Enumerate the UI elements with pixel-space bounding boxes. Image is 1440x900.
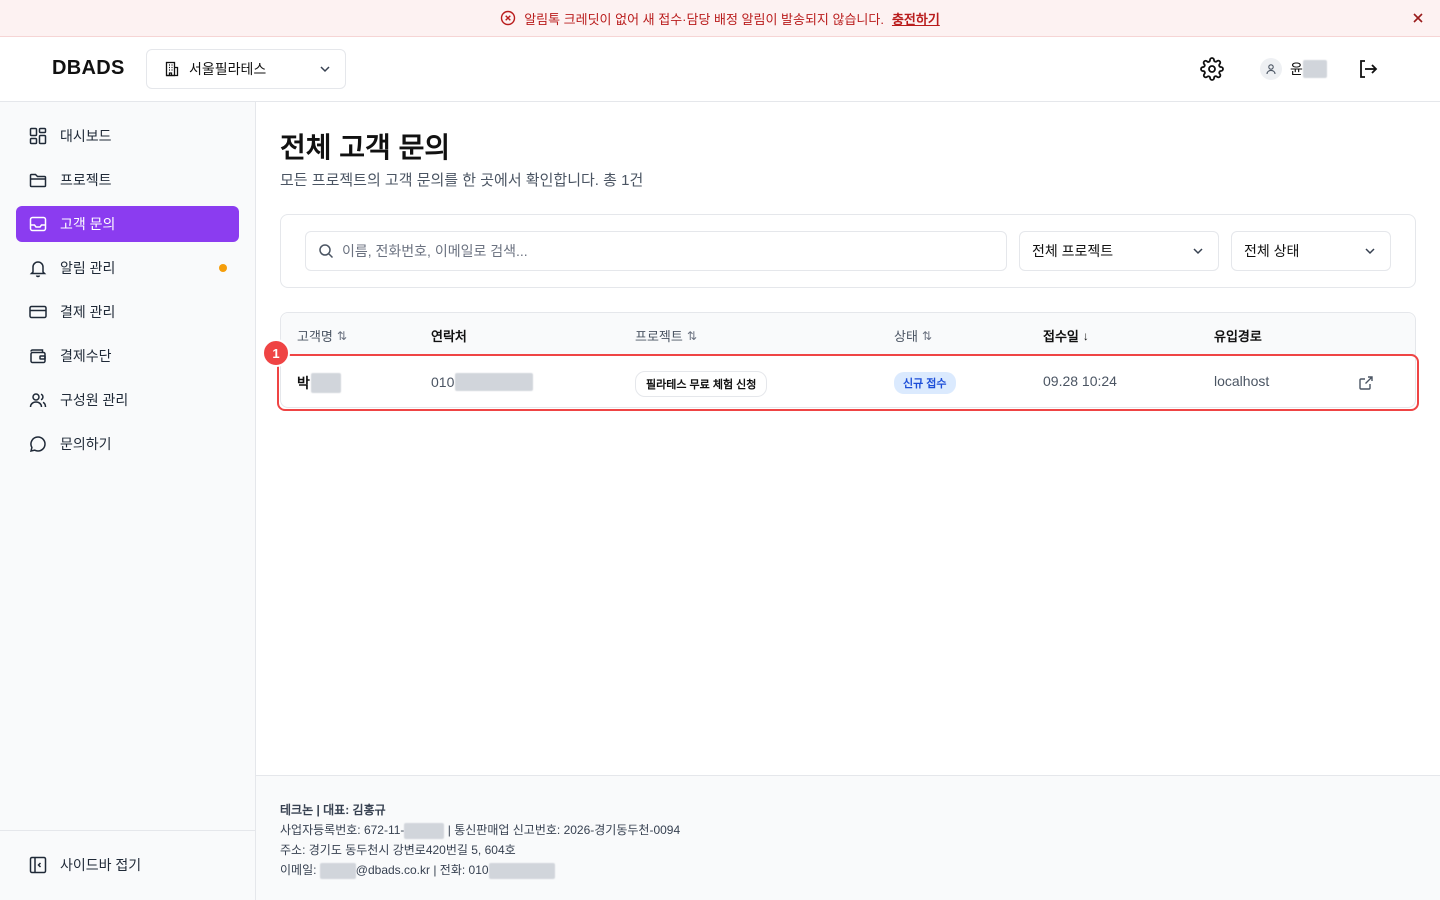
redacted-business-number [404,822,445,839]
credit-card-icon [28,302,48,322]
sort-icon: ⇅ [921,328,932,343]
footer-address: 주소: 경기도 동두천시 강변로420번길 5, 604호 [280,843,516,857]
collapse-sidebar-label: 사이드바 접기 [60,857,142,873]
top-header: DBADS 서울필라테스 윤 [0,37,1440,102]
status-filter-value: 전체 상태 [1244,243,1300,259]
sidebar: 대시보드 프로젝트 고객 문의 알림 관리 결제 관리 결제수단 구성원 관리 … [0,102,256,900]
project-tag: 필라테스 무료 체험 신청 [635,371,768,397]
source-cell: localhost [1214,373,1270,389]
chat-icon [28,434,48,454]
inquiries-table: 고객명 ⇅ 연락처 프로젝트 ⇅ 상태 ⇅ 접수일 ↓ 유입경로 박 010 필… [280,312,1416,408]
arrow-down-icon: ↓ [1082,328,1089,343]
wallet-icon [28,346,48,366]
page-subtitle: 모든 프로젝트의 고객 문의를 한 곳에서 확인합니다. 총 1건 [280,172,644,189]
redacted-phone [455,373,534,391]
redacted-email [319,862,356,879]
sidebar-item-projects[interactable]: 프로젝트 [16,162,239,198]
sidebar-item-label: 알림 관리 [60,260,116,276]
page-title: 전체 고객 문의 [280,132,451,163]
settings-gear-icon[interactable] [1200,57,1224,81]
sidebar-item-contact[interactable]: 문의하기 [16,426,239,462]
credit-warning-banner: 알림톡 크레딧이 없어 새 접수·담당 배정 알림이 발송되지 않습니다. 충전… [0,0,1440,37]
x-circle-icon [500,10,516,26]
annotation-marker: 1 [262,339,290,367]
chevron-down-icon [1362,243,1378,259]
filter-bar: 전체 프로젝트 전체 상태 [280,214,1416,288]
date-cell: 09.28 10:24 [1043,373,1117,389]
bell-icon [28,258,48,278]
footer-company: 테크논 | 대표: 김홍규 [280,803,386,817]
column-header-status[interactable]: 상태 ⇅ [894,326,932,345]
search-icon [318,243,334,259]
project-filter-select[interactable]: 전체 프로젝트 [1019,231,1219,271]
users-icon [28,390,48,410]
brand-logo[interactable]: DBADS [52,57,125,80]
footer-business-info: 사업자등록번호: 672-11- | 통신판매업 신고번호: 2026-경기동두… [280,822,681,839]
search-input[interactable] [342,243,982,259]
notification-dot [219,264,227,272]
building-icon [163,60,181,78]
sidebar-item-label: 결제 관리 [60,304,116,320]
banner-message: 알림톡 크레딧이 없어 새 접수·담당 배정 알림이 발송되지 않습니다. [524,11,884,27]
footer: 테크논 | 대표: 김홍규 사업자등록번호: 672-11- | 통신판매업 신… [256,775,1440,900]
chevron-down-icon [1190,243,1206,259]
user-name: 윤 [1290,61,1303,77]
chevron-down-icon [317,61,333,77]
status-cell: 신규 접수 [894,372,956,394]
sidebar-item-billing[interactable]: 결제 관리 [16,294,239,330]
sidebar-item-label: 대시보드 [60,128,112,144]
folder-icon [28,170,48,190]
logout-icon[interactable] [1356,57,1380,81]
sidebar-item-label: 결제수단 [60,348,112,364]
redacted-name [310,373,341,393]
external-link-icon[interactable] [1358,375,1374,391]
sidebar-item-label: 고객 문의 [60,216,116,232]
table-row[interactable]: 박 010 필라테스 무료 체험 신청 신규 접수 09.28 10:24 lo… [281,355,1415,409]
sort-icon: ⇅ [686,328,697,343]
inbox-icon [28,214,48,234]
sidebar-item-payment-methods[interactable]: 결제수단 [16,338,239,374]
sidebar-item-members[interactable]: 구성원 관리 [16,382,239,418]
sidebar-item-label: 문의하기 [60,436,112,452]
user-menu[interactable]: 윤 [1260,57,1327,81]
sidebar-collapse-icon [28,855,48,875]
table-header: 고객명 ⇅ 연락처 프로젝트 ⇅ 상태 ⇅ 접수일 ↓ 유입경로 [281,313,1415,355]
main-content: 전체 고객 문의 모든 프로젝트의 고객 문의를 한 곳에서 확인합니다. 총 … [256,102,1440,775]
user-avatar-icon [1260,58,1282,80]
column-header-phone: 연락처 [431,329,467,344]
column-header-name[interactable]: 고객명 ⇅ [297,326,347,345]
sort-icon: ⇅ [336,328,347,343]
workspace-name: 서울필라테스 [189,61,267,77]
collapse-sidebar-button[interactable]: 사이드바 접기 [16,847,239,883]
sidebar-divider [0,830,255,831]
customer-name-cell: 박 [297,373,341,393]
column-header-source: 유입경로 [1214,329,1262,344]
sidebar-item-label: 구성원 관리 [60,392,129,408]
close-banner-icon[interactable] [1410,10,1426,26]
sidebar-item-label: 프로젝트 [60,172,112,188]
redacted-phone [488,862,555,879]
dashboard-icon [28,126,48,146]
column-header-date[interactable]: 접수일 ↓ [1043,326,1089,345]
project-filter-value: 전체 프로젝트 [1032,243,1114,259]
project-cell: 필라테스 무료 체험 신청 [635,371,768,397]
recharge-link[interactable]: 충전하기 [892,9,940,28]
sidebar-item-notifications[interactable]: 알림 관리 [16,250,239,286]
search-box[interactable] [305,231,1007,271]
sidebar-item-dashboard[interactable]: 대시보드 [16,118,239,154]
phone-cell: 010 [431,373,534,391]
redacted-user-name [1302,60,1327,78]
workspace-selector[interactable]: 서울필라테스 [146,49,346,89]
column-header-project[interactable]: 프로젝트 ⇅ [635,326,697,345]
status-filter-select[interactable]: 전체 상태 [1231,231,1391,271]
status-badge: 신규 접수 [894,372,956,394]
footer-contact: 이메일: @dbads.co.kr | 전화: 010 [280,860,1440,880]
sidebar-item-inquiries[interactable]: 고객 문의 [16,206,239,242]
